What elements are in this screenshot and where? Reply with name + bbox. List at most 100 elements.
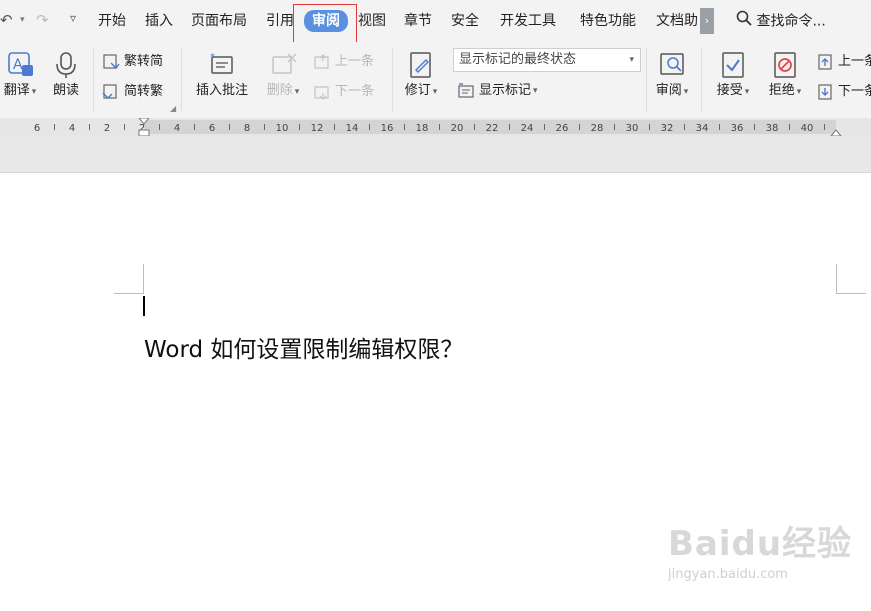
read-aloud-label: 朗读 <box>52 83 79 98</box>
tab-sections[interactable]: 章节 <box>404 10 432 32</box>
tab-developer-tools[interactable]: 开发工具 <box>500 10 556 32</box>
undo-dropdown-icon[interactable]: ▾ <box>20 15 25 25</box>
ribbon-separator <box>181 48 182 112</box>
ruler-label: 34 <box>696 123 709 134</box>
next-comment-button[interactable]: 下一条 <box>313 82 374 102</box>
dropdown-caret-icon: ▾ <box>432 87 438 97</box>
accept-icon <box>718 50 748 80</box>
read-aloud-button[interactable]: 朗读 <box>48 50 84 100</box>
search-icon <box>736 10 752 33</box>
reject-change-button[interactable]: 拒绝 ▾ <box>762 50 808 100</box>
previous-change-label: 上一条 <box>838 54 871 69</box>
quick-access-menu-icon[interactable]: ▿ <box>70 11 76 25</box>
more-tabs-button[interactable]: › <box>700 8 714 34</box>
translate-icon: A <box>5 50 35 80</box>
tab-review[interactable]: 审阅 <box>304 10 348 32</box>
simplified-to-traditional-button[interactable]: 简转繁 <box>102 82 163 102</box>
markup-state-value: 显示标记的最终状态 <box>459 52 577 67</box>
track-changes-button[interactable]: 修订 ▾ <box>398 50 444 100</box>
dropdown-caret-icon: ▾ <box>683 87 689 97</box>
next-change-label: 下一条 <box>838 84 871 99</box>
dropdown-caret-icon: ▾ <box>31 87 37 97</box>
search-command[interactable]: 查找命令... <box>736 10 826 32</box>
translate-label: 翻译 <box>3 83 30 98</box>
reject-icon <box>770 50 800 80</box>
ruler-label: 6 <box>34 123 40 134</box>
translate-button[interactable]: A 翻译 ▾ <box>0 50 40 100</box>
ruler-label: 24 <box>521 123 534 134</box>
dropdown-caret-icon: ▾ <box>533 86 538 96</box>
simplified-to-traditional-label: 简转繁 <box>124 84 164 99</box>
previous-comment-icon <box>313 53 331 71</box>
tab-references[interactable]: 引用 <box>266 10 294 32</box>
search-command-label: 查找命令... <box>756 13 826 30</box>
next-change-button[interactable]: 下一条 <box>816 82 871 102</box>
ruler-label: 8 <box>244 123 250 134</box>
traditional-to-simplified-button[interactable]: 繁转简 <box>102 52 163 72</box>
tab-page-layout[interactable]: 页面布局 <box>191 10 247 32</box>
traditional-to-simplified-icon <box>102 53 120 71</box>
delete-comment-button[interactable]: 删除 ▾ <box>260 50 306 100</box>
redo-icon[interactable]: ↷ <box>36 11 49 29</box>
ribbon-separator <box>646 48 647 112</box>
review-pane-button[interactable]: 审阅 ▾ <box>650 50 694 100</box>
previous-comment-button[interactable]: 上一条 <box>313 52 374 72</box>
insert-comment-icon: * <box>207 50 237 80</box>
simplified-to-traditional-icon <box>102 83 120 101</box>
previous-change-button[interactable]: 上一条 <box>816 52 871 72</box>
dropdown-caret-icon: ▾ <box>744 87 750 97</box>
ruler-label: 2 <box>104 123 110 134</box>
chevron-down-icon: ▾ <box>629 55 634 65</box>
crop-mark <box>143 264 144 294</box>
text-cursor <box>143 296 145 316</box>
ruler-label: 12 <box>311 123 324 134</box>
markup-state-select[interactable]: 显示标记的最终状态 ▾ <box>453 48 641 72</box>
track-changes-label: 修订 <box>404 83 431 98</box>
ribbon-separator <box>93 48 94 112</box>
undo-icon[interactable]: ↶ <box>0 11 13 29</box>
tab-insert[interactable]: 插入 <box>145 10 173 32</box>
svg-text:A: A <box>13 57 23 73</box>
accept-change-button[interactable]: 接受 ▾ <box>710 50 756 100</box>
insert-comment-button[interactable]: * 插入批注 <box>189 50 255 100</box>
reject-label: 拒绝 <box>768 83 795 98</box>
ribbon-separator <box>392 48 393 112</box>
watermark-logo-text: Baidu经验 <box>668 524 853 564</box>
next-comment-icon <box>313 83 331 101</box>
ruler-label: 40 <box>801 123 814 134</box>
ruler-label: 14 <box>346 123 359 134</box>
next-comment-label: 下一条 <box>335 84 375 99</box>
next-change-icon <box>816 83 834 101</box>
ruler-label: 26 <box>556 123 569 134</box>
show-markup-button[interactable]: 显示标记 ▾ <box>457 81 538 101</box>
group-launcher-icon[interactable]: ◢ <box>170 104 176 113</box>
traditional-to-simplified-label: 繁转简 <box>124 54 164 69</box>
crop-mark <box>836 293 866 294</box>
dropdown-caret-icon: ▾ <box>796 87 802 97</box>
delete-comment-label: 删除 <box>266 83 293 98</box>
tab-special-features[interactable]: 特色功能 <box>580 10 636 32</box>
tab-view[interactable]: 视图 <box>358 10 386 32</box>
tab-doc-assistant[interactable]: 文档助 <box>656 10 698 32</box>
horizontal-ruler[interactable]: 6 4 2 2 4 6 8 10 12 14 16 18 20 22 24 26 28 30 32 34 36 38 40 <box>0 117 871 137</box>
ruler-label: 36 <box>731 123 744 134</box>
tab-security[interactable]: 安全 <box>451 10 479 32</box>
ruler-label: 4 <box>69 123 75 134</box>
menu-bar: ↶ ▾ ↷ ▿ 开始 插入 页面布局 引用 审阅 视图 章节 安全 开发工具 特… <box>0 0 871 42</box>
delete-comment-icon <box>268 50 298 80</box>
tab-start[interactable]: 开始 <box>98 10 126 32</box>
track-changes-icon <box>406 50 436 80</box>
svg-text:*: * <box>210 52 215 63</box>
accept-label: 接受 <box>716 83 743 98</box>
review-pane-icon <box>657 50 687 80</box>
ruler-label: 22 <box>486 123 499 134</box>
crop-mark <box>836 264 837 294</box>
ruler-label: 38 <box>766 123 779 134</box>
ruler-label: 10 <box>276 123 289 134</box>
ruler-label: 32 <box>661 123 674 134</box>
ruler-ticks: 6 4 2 2 4 6 8 10 12 14 16 18 20 22 24 26 28 30 32 34 36 38 40 <box>34 117 843 137</box>
ruler-label: 4 <box>174 123 180 134</box>
ruler-label: 18 <box>416 123 429 134</box>
document-text[interactable]: Word 如何设置限制编辑权限？ <box>144 330 463 364</box>
baidu-watermark: Baidu经验 jingyan.baidu.com <box>668 516 852 582</box>
